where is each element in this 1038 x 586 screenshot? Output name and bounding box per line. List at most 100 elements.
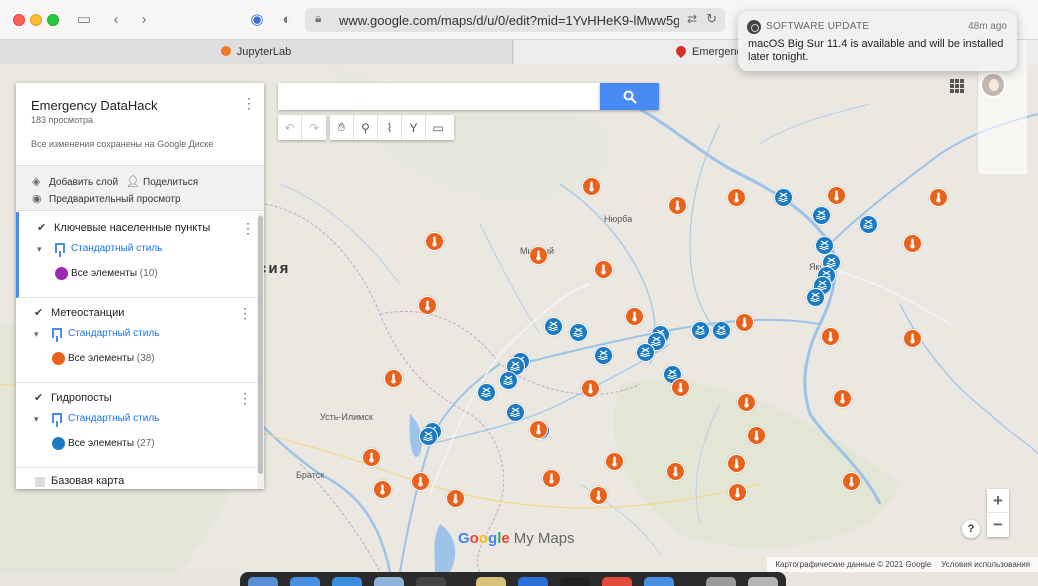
hydro-post-marker-icon[interactable] <box>814 235 834 255</box>
all-items-link[interactable]: Все элементы (27) <box>68 438 155 449</box>
weather-station-marker-icon[interactable] <box>604 451 624 471</box>
weather-station-marker-icon[interactable] <box>902 233 922 253</box>
hydro-post-marker-icon[interactable] <box>711 320 731 340</box>
weather-station-marker-icon[interactable] <box>581 176 601 196</box>
weather-station-marker-icon[interactable] <box>528 245 548 265</box>
pan-hand-icon[interactable]: ✋︎ <box>330 115 354 140</box>
weather-station-marker-icon[interactable] <box>417 295 437 315</box>
layer-checkbox[interactable]: ✔ <box>34 393 45 404</box>
hydro-post-marker-icon[interactable] <box>543 316 563 336</box>
share-button[interactable]: 👤︎ Поделиться <box>126 175 198 188</box>
software-update-notification[interactable]: SOFTWARE UPDATE 48m ago macOS Big Sur 11… <box>738 11 1017 71</box>
all-items-link[interactable]: Все элементы (38) <box>68 353 155 364</box>
weather-station-marker-icon[interactable] <box>410 471 430 491</box>
hydro-post-marker-icon[interactable] <box>690 320 710 340</box>
hydro-post-marker-icon[interactable] <box>635 342 655 362</box>
password-extension-icon[interactable]: ◉ <box>247 10 267 30</box>
dock-app-downloads-icon[interactable] <box>706 577 736 586</box>
layer-more-icon[interactable]: ⋮ <box>238 390 252 407</box>
layer-hydro-posts[interactable]: ✔ Гидропосты ⋮ ▾ Стандартный стиль Все э… <box>16 382 257 468</box>
weather-station-marker-icon[interactable] <box>667 195 687 215</box>
hydro-post-marker-icon[interactable] <box>805 287 825 307</box>
back-icon[interactable]: ‹ <box>106 10 126 30</box>
dock-app-obs-icon[interactable] <box>416 577 446 586</box>
zoom-out-button[interactable]: − <box>987 513 1009 537</box>
hydro-post-marker-icon[interactable] <box>593 345 613 365</box>
weather-station-marker-icon[interactable] <box>734 312 754 332</box>
dock-app-finder-icon[interactable] <box>248 577 278 586</box>
weather-station-marker-icon[interactable] <box>726 453 746 473</box>
weather-station-marker-icon[interactable] <box>445 488 465 508</box>
layer-name[interactable]: Метеостанции <box>51 307 124 319</box>
hydro-post-marker-icon[interactable] <box>773 187 793 207</box>
weather-station-marker-icon[interactable] <box>841 471 861 491</box>
weather-station-marker-icon[interactable] <box>746 425 766 445</box>
weather-station-marker-icon[interactable] <box>665 461 685 481</box>
weather-station-marker-icon[interactable] <box>902 328 922 348</box>
dock-app-terminal-icon[interactable] <box>560 577 590 586</box>
add-marker-icon[interactable]: ⚲ <box>354 115 378 140</box>
all-items-link[interactable]: Все элементы (10) <box>71 268 158 279</box>
dock-app-word-icon[interactable] <box>518 577 548 586</box>
hydro-post-marker-icon[interactable] <box>811 205 831 225</box>
reload-icon[interactable]: ↻ <box>706 11 717 27</box>
chevron-down-icon[interactable]: ▾ <box>34 329 39 340</box>
privacy-shield-icon[interactable]: ◐ <box>277 10 297 30</box>
layer-name[interactable]: Ключевые населенные пункты <box>54 222 210 234</box>
weather-station-marker-icon[interactable] <box>736 392 756 412</box>
undo-icon[interactable]: ↶ <box>278 115 302 140</box>
weather-station-marker-icon[interactable] <box>670 377 690 397</box>
map-title[interactable]: Emergency DataHack <box>31 98 157 113</box>
dock-app-appstore-icon[interactable] <box>332 577 362 586</box>
layer-name[interactable]: Гидропосты <box>51 392 112 404</box>
weather-station-marker-icon[interactable] <box>928 187 948 207</box>
weather-station-marker-icon[interactable] <box>832 388 852 408</box>
hydro-post-marker-icon[interactable] <box>858 214 878 234</box>
weather-station-marker-icon[interactable] <box>541 468 561 488</box>
layer-checkbox[interactable]: ✔ <box>37 223 48 234</box>
hydro-post-marker-icon[interactable] <box>418 426 438 446</box>
map-search-input[interactable] <box>278 83 600 110</box>
hydro-post-marker-icon[interactable] <box>476 382 496 402</box>
address-bar[interactable]: 🔒︎ www.google.com/maps/d/u/0/edit?mid=1Y… <box>305 8 725 32</box>
dock-app-trash-icon[interactable] <box>748 577 778 586</box>
weather-station-marker-icon[interactable] <box>726 187 746 207</box>
weather-station-marker-icon[interactable] <box>372 479 392 499</box>
translate-icon[interactable]: ⇄ <box>687 12 697 26</box>
layer-style-link[interactable]: Стандартный стиль <box>71 243 162 254</box>
help-button[interactable]: ? <box>962 520 980 538</box>
weather-station-marker-icon[interactable] <box>580 378 600 398</box>
dock-app-mail-icon[interactable] <box>374 577 404 586</box>
more-options-icon[interactable]: ⋮ <box>242 95 256 113</box>
layer-checkbox[interactable]: ✔ <box>34 308 45 319</box>
dock-app-folder-icon[interactable] <box>644 577 674 586</box>
redo-icon[interactable]: ↷ <box>302 115 326 140</box>
zoom-window-button[interactable] <box>47 14 59 26</box>
layer-more-icon[interactable]: ⋮ <box>241 220 255 237</box>
zoom-in-button[interactable]: + <box>987 489 1009 513</box>
add-layer-button[interactable]: ◈ Добавить слой <box>32 175 118 188</box>
map-canvas[interactable]: Нюрба Мирный Усть-Илимск Братск Якутск с… <box>0 64 1038 572</box>
weather-station-marker-icon[interactable] <box>826 185 846 205</box>
apps-grid-icon[interactable] <box>950 79 964 93</box>
hydro-post-marker-icon[interactable] <box>498 370 518 390</box>
forward-icon[interactable]: › <box>134 10 154 30</box>
layer-more-icon[interactable]: ⋮ <box>238 305 252 322</box>
sidebar-toggle-icon[interactable]: ▭ <box>74 10 94 30</box>
hydro-post-marker-icon[interactable] <box>568 322 588 342</box>
preview-button[interactable]: ◉ Предварительный просмотр <box>32 192 181 205</box>
directions-icon[interactable]: Y <box>402 115 426 140</box>
dock-app-safari-icon[interactable] <box>290 577 320 586</box>
weather-station-marker-icon[interactable] <box>383 368 403 388</box>
weather-station-marker-icon[interactable] <box>528 419 548 439</box>
chevron-down-icon[interactable]: ▾ <box>37 244 42 255</box>
tab-jupyterlab[interactable]: JupyterLab <box>0 40 513 64</box>
layer-settlements[interactable]: ✔ Ключевые населенные пункты ⋮ ▾ Стандар… <box>16 212 257 298</box>
weather-station-marker-icon[interactable] <box>361 447 381 467</box>
terms-link[interactable]: Условия использования <box>941 560 1030 569</box>
measure-ruler-icon[interactable]: ▭ <box>426 115 450 140</box>
hydro-post-marker-icon[interactable] <box>505 402 525 422</box>
weather-station-marker-icon[interactable] <box>624 306 644 326</box>
panel-scrollbar[interactable] <box>257 212 264 489</box>
weather-station-marker-icon[interactable] <box>727 482 747 502</box>
